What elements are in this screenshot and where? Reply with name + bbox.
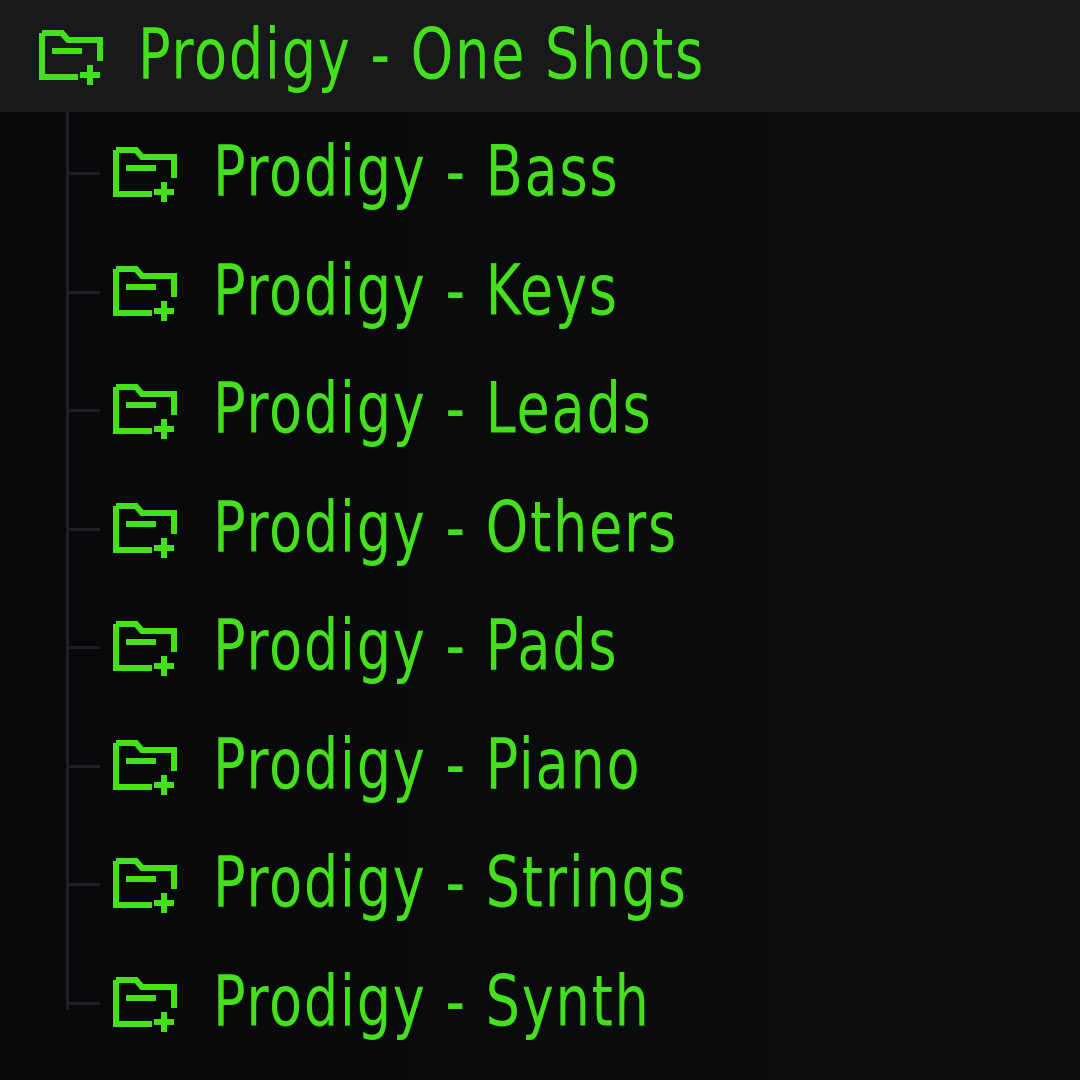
tree-connector [66,1001,100,1005]
tree-connector [66,290,100,294]
tree-connector [66,527,100,531]
folder-label: Prodigy - One Shots [138,13,705,96]
folder-plus-icon [112,853,182,915]
folder-plus-icon [112,142,182,204]
folder-label: Prodigy - Synth [213,960,651,1043]
tree-connector [66,883,100,886]
tree-connector [66,409,100,412]
tree-folder-prodigy-pads[interactable]: Prodigy - Pads [0,588,1080,706]
folder-label: Prodigy - Leads [213,367,653,450]
folder-plus-icon [112,379,182,441]
tree-folder-prodigy-others[interactable]: Prodigy - Others [0,470,1080,588]
folder-plus-icon [112,498,182,560]
folder-label: Prodigy - Pads [213,604,619,687]
tree-folder-prodigy-one-shots[interactable]: Prodigy - One Shots [0,0,1080,112]
folder-label: Prodigy - Bass [213,130,620,213]
folder-label: Prodigy - Others [213,486,678,569]
folder-plus-icon [112,972,182,1034]
folder-plus-icon [112,261,182,323]
tree-connector [66,172,100,175]
folder-plus-icon [112,616,182,678]
tree-folder-prodigy-bass[interactable]: Prodigy - Bass [0,114,1080,232]
folder-label: Prodigy - Keys [213,249,619,332]
folder-label: Prodigy - Strings [213,841,688,924]
folder-plus-icon [112,735,182,797]
folder-plus-icon [38,25,108,87]
tree-folder-prodigy-synth[interactable]: Prodigy - Synth [0,944,1080,1062]
tree-folder-prodigy-piano[interactable]: Prodigy - Piano [0,707,1080,825]
folder-label: Prodigy - Piano [213,723,642,806]
tree-folder-prodigy-keys[interactable]: Prodigy - Keys [0,233,1080,351]
tree-connector [66,646,100,649]
tree-folder-prodigy-strings[interactable]: Prodigy - Strings [0,825,1080,943]
file-browser-tree: Prodigy - One Shots Prodigy - Bass Prodig… [0,0,1080,1080]
tree-connector [66,764,100,768]
tree-folder-prodigy-leads[interactable]: Prodigy - Leads [0,351,1080,469]
